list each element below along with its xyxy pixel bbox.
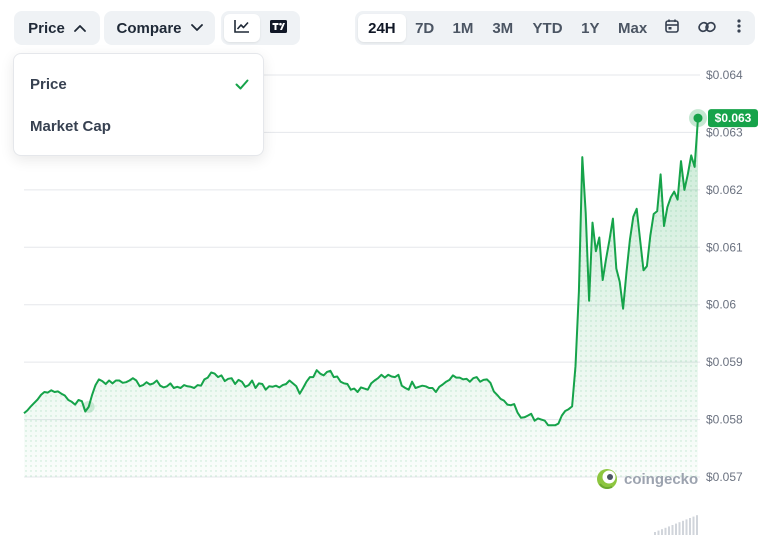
volume-bar	[671, 525, 674, 535]
price-dropdown-menu: Price Market Cap	[13, 53, 264, 156]
watermark-text: coingecko	[624, 471, 698, 488]
range-3m-button[interactable]: 3M	[482, 14, 523, 42]
check-icon	[235, 77, 249, 94]
price-dropdown-button[interactable]: Price	[14, 11, 100, 45]
range-1m-button[interactable]: 1M	[444, 14, 483, 42]
range-1y-label: 1Y	[581, 19, 600, 37]
current-price-badge: $0.063	[708, 109, 758, 128]
watermark: coingecko	[597, 469, 698, 489]
date-range-button[interactable]	[656, 14, 688, 42]
menu-item-market-cap-label: Market Cap	[30, 117, 111, 135]
volume-bar	[692, 516, 695, 535]
volume-bar	[685, 519, 688, 535]
y-axis-ticks: $0.064 $0.063 $0.062 $0.061 $0.06 $0.059 $0.05…	[706, 68, 743, 484]
volume-bar	[675, 523, 677, 535]
volume-bar	[678, 522, 681, 535]
more-options-button[interactable]	[726, 14, 752, 42]
more-vertical-icon	[737, 19, 741, 37]
share-link-button[interactable]	[688, 14, 726, 42]
volume-bar	[668, 526, 670, 535]
volume-bar	[689, 518, 691, 535]
y-tick-label: $0.058	[706, 413, 743, 427]
y-tick-label: $0.057	[706, 470, 743, 484]
y-tick-label: $0.063	[706, 125, 743, 139]
menu-item-price[interactable]: Price	[14, 64, 263, 104]
line-chart-icon	[234, 19, 250, 37]
range-max-label: Max	[618, 19, 648, 37]
range-3m-label: 3M	[492, 19, 514, 37]
volume-bars	[654, 515, 698, 535]
price-dropdown-label: Price	[28, 19, 65, 37]
y-tick-label: $0.064	[706, 68, 743, 82]
price-area-dots	[24, 118, 698, 477]
time-range-selector: 24H 7D 1M 3M YTD 1Y Max	[355, 11, 755, 45]
range-max-button[interactable]: Max	[609, 14, 657, 42]
range-1m-label: 1M	[452, 19, 474, 37]
y-tick-label: $0.059	[706, 355, 743, 369]
compare-dropdown-button[interactable]: Compare	[104, 11, 215, 45]
range-7d-button[interactable]: 7D	[406, 14, 444, 42]
compare-dropdown-label: Compare	[116, 19, 182, 37]
y-tick-label: $0.06	[706, 298, 736, 312]
range-24h-label: 24H	[368, 19, 396, 37]
calendar-icon	[665, 19, 680, 37]
y-tick-label: $0.061	[706, 240, 743, 254]
chevron-up-icon	[73, 24, 86, 32]
current-price-label: $0.063	[715, 111, 752, 125]
range-7d-label: 7D	[415, 19, 435, 37]
tradingview-button[interactable]	[260, 14, 296, 42]
volume-bar	[664, 527, 667, 535]
range-1y-button[interactable]: 1Y	[572, 14, 609, 42]
y-tick-label: $0.062	[706, 183, 743, 197]
menu-item-market-cap[interactable]: Market Cap	[14, 106, 263, 146]
volume-bar	[682, 520, 684, 535]
line-chart-button[interactable]	[224, 14, 260, 42]
chevron-down-icon	[190, 24, 203, 32]
range-ytd-label: YTD	[532, 19, 563, 37]
volume-bar	[657, 530, 660, 535]
volume-bar	[696, 515, 698, 535]
menu-item-price-label: Price	[30, 75, 67, 93]
chart-type-toggle	[221, 11, 300, 45]
tradingview-icon	[269, 19, 287, 37]
link-icon	[698, 20, 716, 37]
start-marker-halo	[82, 400, 95, 413]
range-24h-button[interactable]: 24H	[358, 14, 406, 42]
volume-bar	[661, 529, 663, 535]
current-price-dot	[693, 113, 703, 123]
coingecko-logo-icon	[597, 469, 617, 489]
range-ytd-button[interactable]: YTD	[523, 14, 572, 42]
